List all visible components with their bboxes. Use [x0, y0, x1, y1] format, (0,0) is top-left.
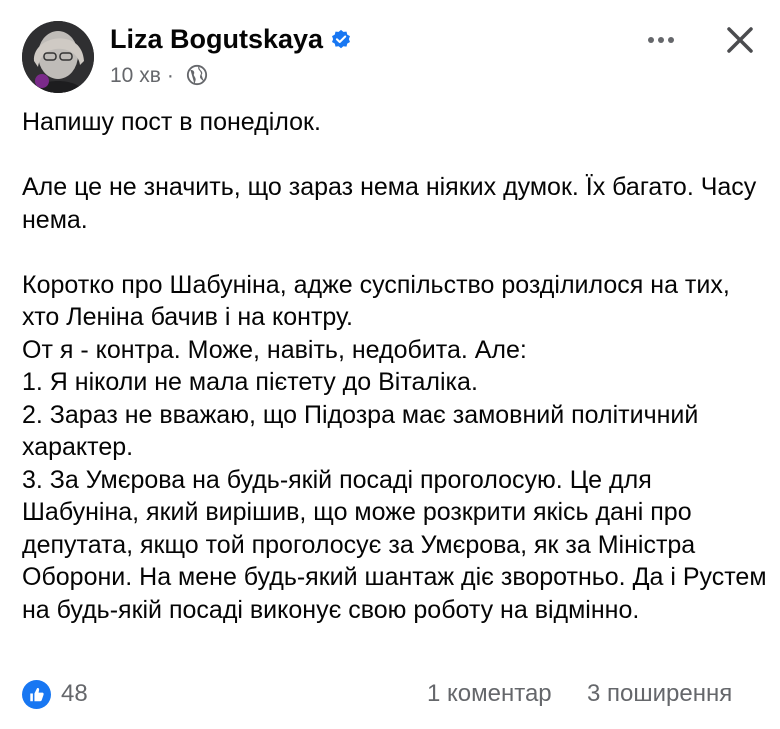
meta-separator: ·	[166, 64, 174, 87]
post-body: Напишу пост в понеділок. Але це не значи…	[22, 106, 767, 626]
reaction-count[interactable]: 48	[61, 680, 88, 708]
post-paragraph: Але це не значить, що зараз нема ніяких …	[22, 173, 757, 234]
close-icon[interactable]	[720, 20, 760, 60]
timestamp[interactable]: 10 хв	[110, 64, 161, 87]
comments-count-link[interactable]: 1 коментар	[427, 680, 552, 708]
post-list-item: 2. Зараз не вважаю, що Підозра має замов…	[22, 400, 699, 462]
shares-count-link[interactable]: 3 поширення	[587, 680, 732, 708]
post-paragraph: Коротко про Шабуніна, адже суспільство р…	[22, 270, 730, 332]
post-header: Liza Bogutskaya 10 хв ·	[0, 0, 780, 100]
verified-badge-icon	[332, 29, 350, 49]
post-footer: 48 1 коментар 3 поширення	[0, 672, 780, 717]
author-name[interactable]: Liza Bogutskaya	[110, 24, 323, 55]
like-icon[interactable]	[22, 680, 51, 709]
post-paragraph: От я - контра. Може, навіть, недобита. А…	[22, 335, 527, 364]
more-options-icon[interactable]	[643, 22, 679, 58]
globe-icon[interactable]	[186, 64, 208, 86]
avatar[interactable]	[22, 21, 94, 93]
post-meta: 10 хв ·	[110, 64, 180, 88]
post-list-item: 1. Я ніколи не мала пієтету до Віталіка.	[22, 368, 478, 396]
post-paragraph: Напишу пост в понеділок.	[22, 108, 321, 136]
post-list-item: 3. За Умєрова на будь-якій посаді прогол…	[22, 465, 767, 624]
